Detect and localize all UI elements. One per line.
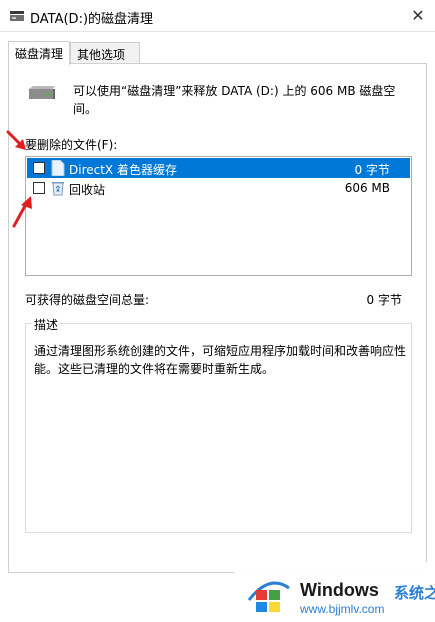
drive-icon — [29, 86, 55, 99]
info-text: 可以使用“磁盘清理”来释放 DATA (D:) 上的 606 MB 磁盘空间。 — [73, 84, 396, 116]
windows-logo-icon — [247, 581, 290, 612]
list-item[interactable]: DirectX 着色器缓存 0 字节 — [27, 158, 410, 178]
description-text: 通过清理图形系统创建的文件，可缩短应用程序加载时间和改善响应性能。这些已清理的文… — [34, 344, 407, 376]
tab-disk-cleanup[interactable]: 磁盘清理 — [8, 41, 70, 65]
checkbox[interactable] — [33, 182, 45, 194]
window-title: DATA(D:)的磁盘清理 — [30, 12, 154, 27]
red-arrow-icon — [12, 196, 32, 228]
tab-panel: 可以使用“磁盘清理”来释放 DATA (D:) 上的 606 MB 磁盘空间。 … — [8, 63, 427, 573]
file-size: 606 MB — [344, 181, 390, 195]
total-space-value: 0 字节 — [366, 293, 402, 307]
close-button[interactable]: ✕ — [401, 0, 435, 32]
recycle-bin-icon — [52, 182, 64, 196]
watermark: Windows 系统之家 www.bjjmlv.com — [234, 562, 435, 622]
tab-more-options[interactable]: 其他选项 — [70, 42, 140, 64]
disk-cleanup-icon — [10, 11, 24, 21]
watermark-url: www.bjjmlv.com — [300, 602, 385, 616]
file-size: 0 字节 — [354, 163, 390, 177]
description-group: 描述 通过清理图形系统创建的文件，可缩短应用程序加载时间和改善响应性能。这些已清… — [25, 316, 412, 533]
checkbox[interactable] — [33, 162, 45, 174]
file-icon — [51, 160, 65, 176]
watermark-brand: Windows — [300, 580, 379, 600]
file-list[interactable]: DirectX 着色器缓存 0 字节 回收站 606 MB — [25, 156, 412, 276]
list-item[interactable]: 回收站 606 MB — [27, 178, 410, 198]
file-name: 回收站 — [69, 183, 106, 197]
files-section-label: 要删除的文件(F): — [25, 138, 118, 152]
title-bar: DATA(D:)的磁盘清理 ✕ — [0, 0, 435, 32]
watermark-brand-cn: 系统之家 — [394, 585, 435, 602]
red-arrow-icon — [6, 130, 26, 150]
file-name: DirectX 着色器缓存 — [69, 163, 177, 177]
description-title: 描述 — [32, 316, 61, 333]
total-space-label: 可获得的磁盘空间总量: — [25, 293, 150, 307]
